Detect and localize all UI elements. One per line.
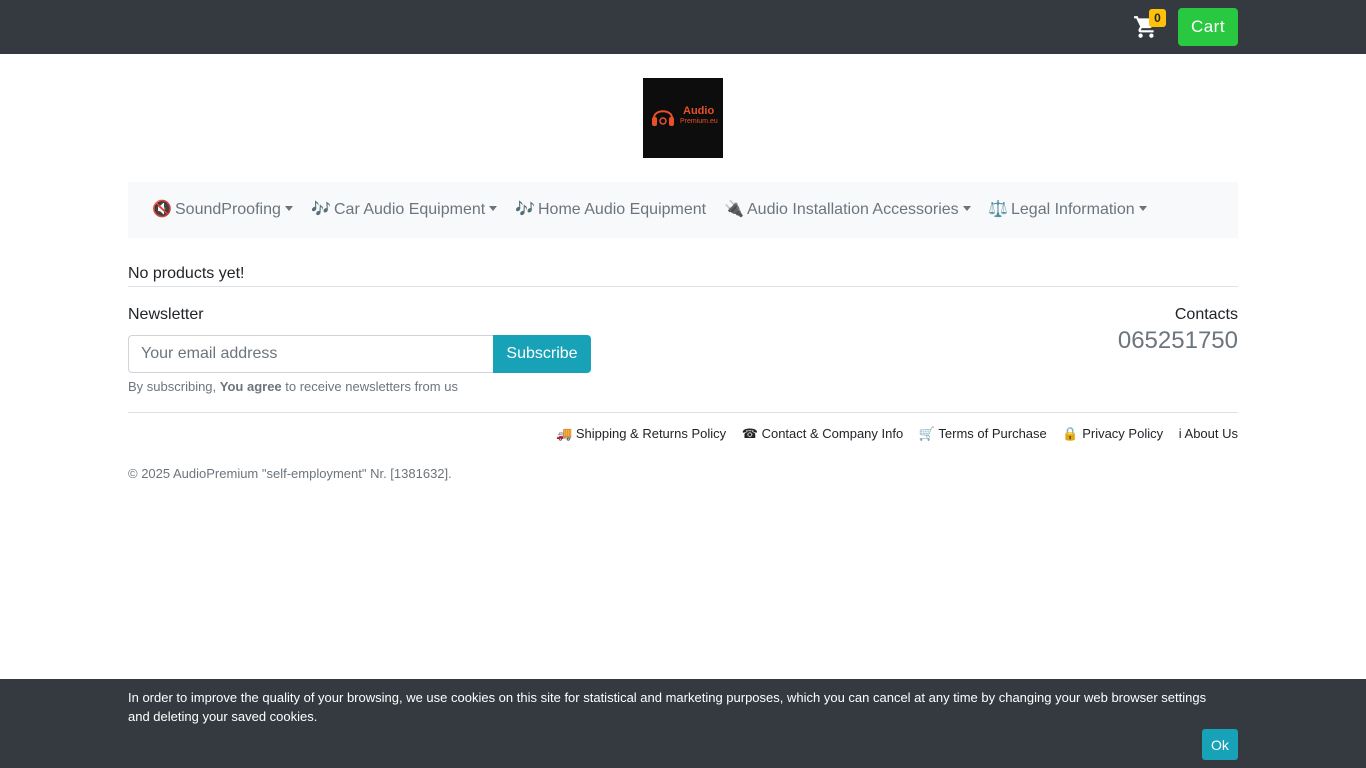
nav-label: SoundProofing <box>175 201 281 218</box>
headphones-logo-icon <box>652 110 674 126</box>
empty-products-message: No products yet! <box>128 265 245 282</box>
nav-label: Home Audio Equipment <box>538 201 707 218</box>
footer-link-terms-of-purchase[interactable]: 🛒 Terms of Purchase <box>919 426 1047 441</box>
footer-link-contact-company-info[interactable]: ☎ Contact & Company Info <box>742 426 903 441</box>
footer-links: 🚚 Shipping & Returns Policy ☎ Contact & … <box>556 426 1238 442</box>
music-notes-icon: 🎶 <box>311 201 331 218</box>
nav-item-audio-installation-accessories[interactable]: 🔌 Audio Installation Accessories <box>724 200 971 220</box>
contacts-phone[interactable]: 065251750 <box>1118 327 1238 355</box>
top-bar: 0 Cart <box>0 0 1366 54</box>
cookie-ok-button[interactable]: Ok <box>1202 729 1238 760</box>
nav-item-soundproofing[interactable]: 🔇 SoundProofing <box>152 200 293 220</box>
music-notes-icon: 🎶 <box>515 201 535 218</box>
note-suffix: to receive newsletters from us <box>281 379 458 394</box>
logo-text: Audio <box>683 105 715 117</box>
cookie-message: In order to improve the quality of your … <box>128 690 1207 724</box>
site-logo[interactable]: Audio Premium.eu <box>643 78 723 158</box>
caret-down-icon <box>284 206 293 211</box>
caret-down-icon <box>489 206 498 211</box>
footer-link-privacy-policy[interactable]: 🔒 Privacy Policy <box>1062 426 1163 441</box>
main-navigation: 🔇 SoundProofing 🎶 Car Audio Equipment 🎶 Hom… <box>128 182 1238 238</box>
footer-link-about-us[interactable]: i About Us <box>1179 426 1238 441</box>
plug-icon: 🔌 <box>724 201 744 218</box>
cookie-banner: In order to improve the quality of your … <box>0 679 1366 768</box>
nav-label: Car Audio Equipment <box>334 201 486 218</box>
newsletter-email-input[interactable] <box>128 335 494 373</box>
muted-speaker-icon: 🔇 <box>152 201 172 218</box>
caret-down-icon <box>962 206 971 211</box>
subscribe-button[interactable]: Subscribe <box>493 335 591 373</box>
cart-button[interactable]: Cart <box>1178 8 1238 46</box>
caret-down-icon <box>1138 206 1147 211</box>
note-bold: You agree <box>219 379 282 394</box>
newsletter-title: Newsletter <box>128 306 204 323</box>
subscribe-note: By subscribing, You agree to receive new… <box>128 379 458 394</box>
logo-subtext: Premium.eu <box>680 118 718 125</box>
divider <box>128 286 1238 287</box>
copyright-text: © 2025 AudioPremium "self-employment" Nr… <box>128 466 452 481</box>
nav-item-car-audio-equipment[interactable]: 🎶 Car Audio Equipment <box>311 200 498 220</box>
cart-count-badge: 0 <box>1149 9 1166 27</box>
note-prefix: By subscribing, <box>128 379 220 394</box>
divider <box>128 412 1238 413</box>
contacts-title: Contacts <box>1174 306 1238 323</box>
footer-link-shipping-returns[interactable]: 🚚 Shipping & Returns Policy <box>556 426 726 441</box>
nav-item-home-audio-equipment[interactable]: 🎶 Home Audio Equipment <box>515 200 706 220</box>
nav-label: Legal Information <box>1011 201 1135 218</box>
nav-item-legal-information[interactable]: ⚖️ Legal Information <box>988 200 1147 220</box>
scales-icon: ⚖️ <box>988 201 1008 218</box>
nav-label: Audio Installation Accessories <box>747 201 959 218</box>
